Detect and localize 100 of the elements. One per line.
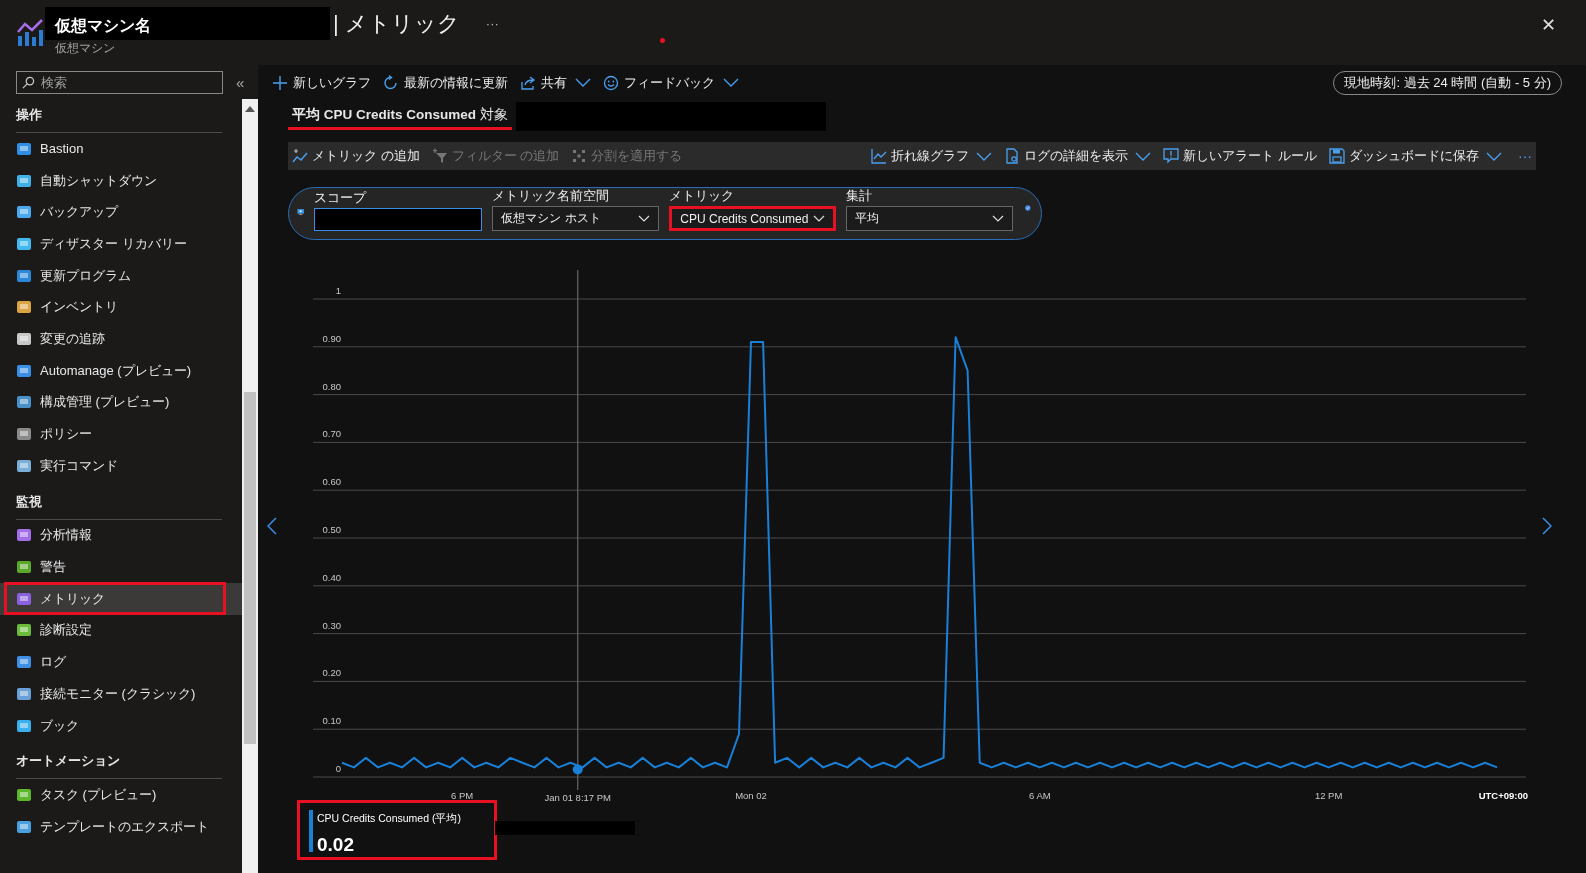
menu-item[interactable]: 分析情報	[0, 519, 242, 552]
tile-icon	[16, 818, 32, 835]
chevron-icon	[992, 215, 1005, 222]
menu-item[interactable]: 接続モニター (クラシック)	[0, 678, 242, 710]
tile-icon	[16, 204, 32, 221]
field-label: メトリック名前空間	[492, 187, 611, 205]
smiley-icon	[603, 74, 619, 91]
toolbar-button[interactable]: 新しいグラフ	[272, 73, 371, 92]
y-tick-label: 0.20	[322, 667, 341, 679]
scrollbar[interactable]	[242, 99, 258, 873]
tile-icon	[16, 235, 32, 252]
x-tick-label: 6 PM	[451, 790, 474, 801]
timezone-label: UTC+09:00	[1478, 790, 1528, 801]
more-button[interactable]: ···	[1518, 148, 1532, 164]
chart-tool-button[interactable]: 折れ線グラフ	[871, 147, 993, 165]
filter-icon	[431, 148, 448, 164]
y-tick-label: 0.30	[322, 619, 341, 631]
tile-icon	[16, 267, 32, 284]
menu-item[interactable]: Bastion	[0, 133, 242, 165]
menu-item[interactable]: 構成管理 (プレビュー)	[0, 386, 242, 419]
x-tick-label: Mon 02	[735, 790, 767, 801]
resource-name: 仮想マシン名	[55, 16, 151, 36]
tile-icon	[16, 527, 32, 544]
menu-item[interactable]: ポリシー	[0, 418, 242, 450]
menu-item[interactable]: メトリック	[0, 582, 242, 615]
menu-item[interactable]: Automanage (プレビュー)	[0, 354, 242, 387]
chevron-icon	[638, 215, 651, 222]
search-field[interactable]: 検索	[16, 70, 223, 94]
share-icon	[520, 74, 536, 91]
menu-item[interactable]: 更新プログラム	[0, 259, 242, 292]
chevron-left-icon[interactable]	[267, 517, 277, 535]
menu-item[interactable]: インベントリ	[0, 291, 242, 324]
tile-icon	[16, 299, 32, 316]
menu-item[interactable]: 診断設定	[0, 614, 242, 647]
menu-item[interactable]: テンプレートのエクスポート	[0, 811, 242, 843]
toolbar-button[interactable]: フィードバック	[603, 73, 739, 92]
chart-tool-button[interactable]: メトリック の追加	[292, 147, 420, 165]
close-button[interactable]: ✕	[1540, 14, 1556, 36]
menu-item[interactable]: ログ	[0, 646, 242, 678]
chevron-right-icon[interactable]	[1542, 517, 1552, 535]
scope-field[interactable]	[314, 208, 483, 231]
marker-dot	[660, 38, 665, 43]
scrollbar-thumb[interactable]	[244, 392, 256, 744]
tile-icon	[16, 362, 32, 379]
tile-icon	[16, 172, 32, 189]
document-icon	[1004, 148, 1021, 164]
menu-item[interactable]: タスク (プレビュー)	[0, 779, 242, 812]
tile-icon	[16, 717, 32, 734]
chart-tool-button[interactable]: ダッシュボードに保存	[1329, 147, 1502, 165]
field-label: 集計	[846, 187, 874, 205]
y-tick-label: 1	[335, 285, 341, 296]
cursor-dot	[572, 764, 583, 775]
menu-item[interactable]: バックアップ	[0, 196, 242, 229]
dropdown[interactable]: 仮想マシン ホスト	[492, 206, 660, 231]
menu-item[interactable]: 実行コマンド	[0, 449, 242, 482]
tile-icon	[16, 685, 32, 702]
search-icon	[22, 75, 35, 89]
toolbar-button[interactable]: 共有	[520, 73, 591, 92]
legend-value: 0.02	[317, 834, 355, 856]
alert-icon	[1163, 148, 1180, 164]
more-button[interactable]: ···	[485, 16, 499, 31]
section-heading: 操作	[16, 106, 42, 124]
menu-item[interactable]: ディザスター リカバリー	[0, 228, 242, 260]
tile-icon	[16, 140, 32, 157]
collapse-button[interactable]: «	[236, 73, 245, 91]
menu-item[interactable]: ブック	[0, 709, 242, 742]
y-tick-label: 0.80	[322, 380, 341, 392]
tile-icon	[16, 426, 32, 443]
refresh-icon	[383, 74, 399, 91]
tile-icon	[16, 622, 32, 639]
tile-icon	[16, 394, 32, 411]
y-tick-label: 0.50	[322, 524, 341, 535]
tile-icon	[16, 457, 32, 474]
menu-item[interactable]: 変更の追跡	[0, 323, 242, 355]
menu-item[interactable]: 自動シャットダウン	[0, 164, 242, 197]
scroll-up-icon[interactable]	[245, 106, 255, 112]
cursor-label: Jan 01 8:17 PM	[544, 792, 611, 802]
chart-title: 平均 CPU Credits Consumed 対象	[288, 105, 512, 130]
chart-tool-button[interactable]: 新しいアラート ルール	[1163, 147, 1317, 165]
y-tick-label: 0.40	[322, 571, 341, 583]
x-tick-label: 12 PM	[1314, 790, 1343, 801]
legend-label: CPU Credits Consumed (平均)	[317, 812, 461, 826]
line-chart-icon	[871, 148, 888, 164]
dropdown[interactable]: 平均	[846, 206, 1014, 231]
series-swatch	[309, 810, 313, 852]
y-tick-label: 0.60	[322, 476, 341, 488]
toolbar-button[interactable]: 最新の情報に更新	[383, 73, 508, 92]
y-tick-label: 0.10	[322, 715, 341, 727]
metrics-chart-icon	[15, 18, 45, 48]
field-label: メトリック	[669, 187, 736, 205]
tile-icon	[16, 654, 32, 671]
dropdown[interactable]: CPU Credits Consumed	[669, 206, 837, 231]
tile-icon	[16, 559, 32, 576]
save-icon	[1329, 148, 1345, 164]
field-label: スコープ	[314, 189, 368, 207]
chart-tool-button[interactable]: ログの詳細を表示	[1004, 147, 1152, 165]
tile-icon	[16, 590, 32, 607]
menu-item[interactable]: 警告	[0, 551, 242, 583]
section-heading: 監視	[16, 492, 42, 511]
split-icon	[571, 148, 588, 164]
